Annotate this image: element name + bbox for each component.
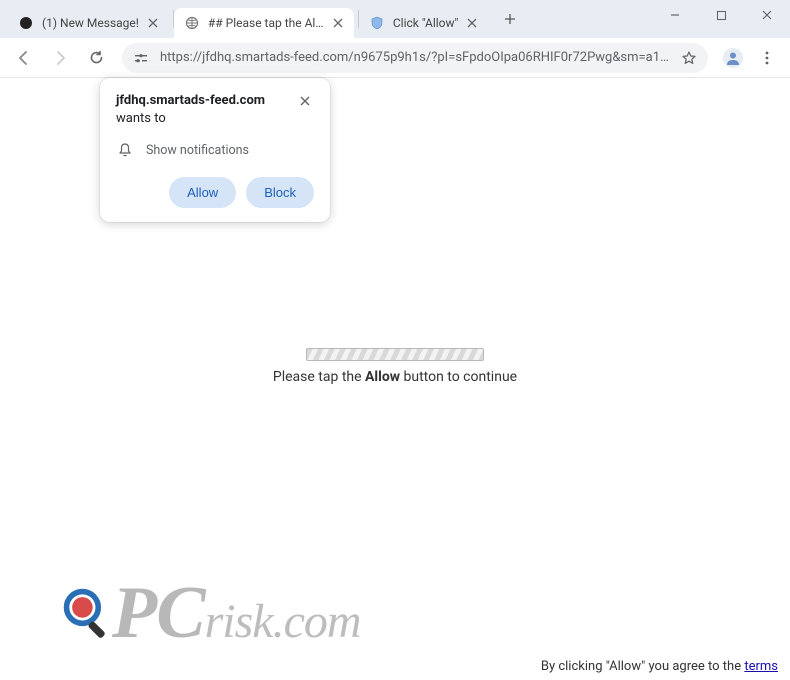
tab-1[interactable]: ## Please tap the Allow button: [174, 8, 354, 38]
footer-consent-text: By clicking "Allow" you agree to the ter…: [541, 659, 778, 674]
pcrisk-watermark: PCrisk.com: [60, 576, 361, 650]
tab-icon-message: [18, 15, 34, 31]
wm-risk: risk: [205, 595, 273, 648]
loading-prompt: Please tap the Allow button to continue: [273, 369, 517, 385]
footer-prefix: By clicking "Allow" you agree to the: [541, 659, 744, 674]
notification-title: jfdhq.smartads-feed.com wants to: [116, 92, 288, 127]
loading-area: Please tap the Allow button to continue: [0, 348, 790, 385]
close-icon[interactable]: [464, 15, 480, 31]
close-icon[interactable]: [330, 15, 346, 31]
terms-link[interactable]: terms: [744, 659, 778, 674]
prompt-suffix: button to continue: [400, 369, 517, 385]
new-tab-button[interactable]: [496, 5, 524, 33]
page-content: jfdhq.smartads-feed.com wants to Show no…: [0, 78, 790, 680]
progress-bar: [306, 348, 484, 361]
notification-permission-popup: jfdhq.smartads-feed.com wants to Show no…: [100, 78, 330, 222]
block-button[interactable]: Block: [246, 177, 314, 208]
bookmark-star-icon[interactable]: [680, 49, 698, 67]
bell-icon: [116, 141, 134, 159]
prompt-prefix: Please tap the: [273, 369, 365, 385]
globe-icon: [184, 15, 200, 31]
notification-permission-label: Show notifications: [146, 143, 249, 158]
notification-domain: jfdhq.smartads-feed.com: [116, 93, 265, 108]
tab-0[interactable]: (1) New Message!: [8, 8, 169, 38]
tab-title: Click "Allow": [393, 16, 459, 30]
browser-toolbar: https://jfdhq.smartads-feed.com/n9675p9h…: [0, 38, 790, 78]
tab-2[interactable]: Click "Allow": [359, 8, 489, 38]
reload-button[interactable]: [80, 42, 112, 74]
forward-button[interactable]: [44, 42, 76, 74]
shield-icon: [369, 15, 385, 31]
wm-com: .com: [273, 595, 361, 648]
kebab-menu-icon[interactable]: [752, 43, 782, 73]
window-controls: [652, 0, 790, 38]
back-button[interactable]: [8, 42, 40, 74]
browser-titlebar: (1) New Message! ## Please tap the Allow…: [0, 0, 790, 38]
close-window-button[interactable]: [744, 0, 790, 30]
wm-pc: PC: [112, 572, 205, 654]
url-text: https://jfdhq.smartads-feed.com/n9675p9h…: [160, 50, 672, 65]
tab-title: (1) New Message!: [42, 16, 139, 30]
close-icon[interactable]: [296, 92, 314, 110]
profile-button[interactable]: [718, 43, 748, 73]
site-settings-icon[interactable]: [132, 49, 150, 67]
tab-title: ## Please tap the Allow button: [208, 16, 324, 30]
close-icon[interactable]: [145, 15, 161, 31]
prompt-bold: Allow: [365, 369, 400, 385]
minimize-button[interactable]: [652, 0, 698, 30]
allow-button[interactable]: Allow: [169, 177, 236, 208]
magnifier-icon: [60, 585, 116, 641]
address-bar[interactable]: https://jfdhq.smartads-feed.com/n9675p9h…: [122, 43, 708, 73]
maximize-button[interactable]: [698, 0, 744, 30]
notification-wants-to: wants to: [116, 111, 166, 126]
